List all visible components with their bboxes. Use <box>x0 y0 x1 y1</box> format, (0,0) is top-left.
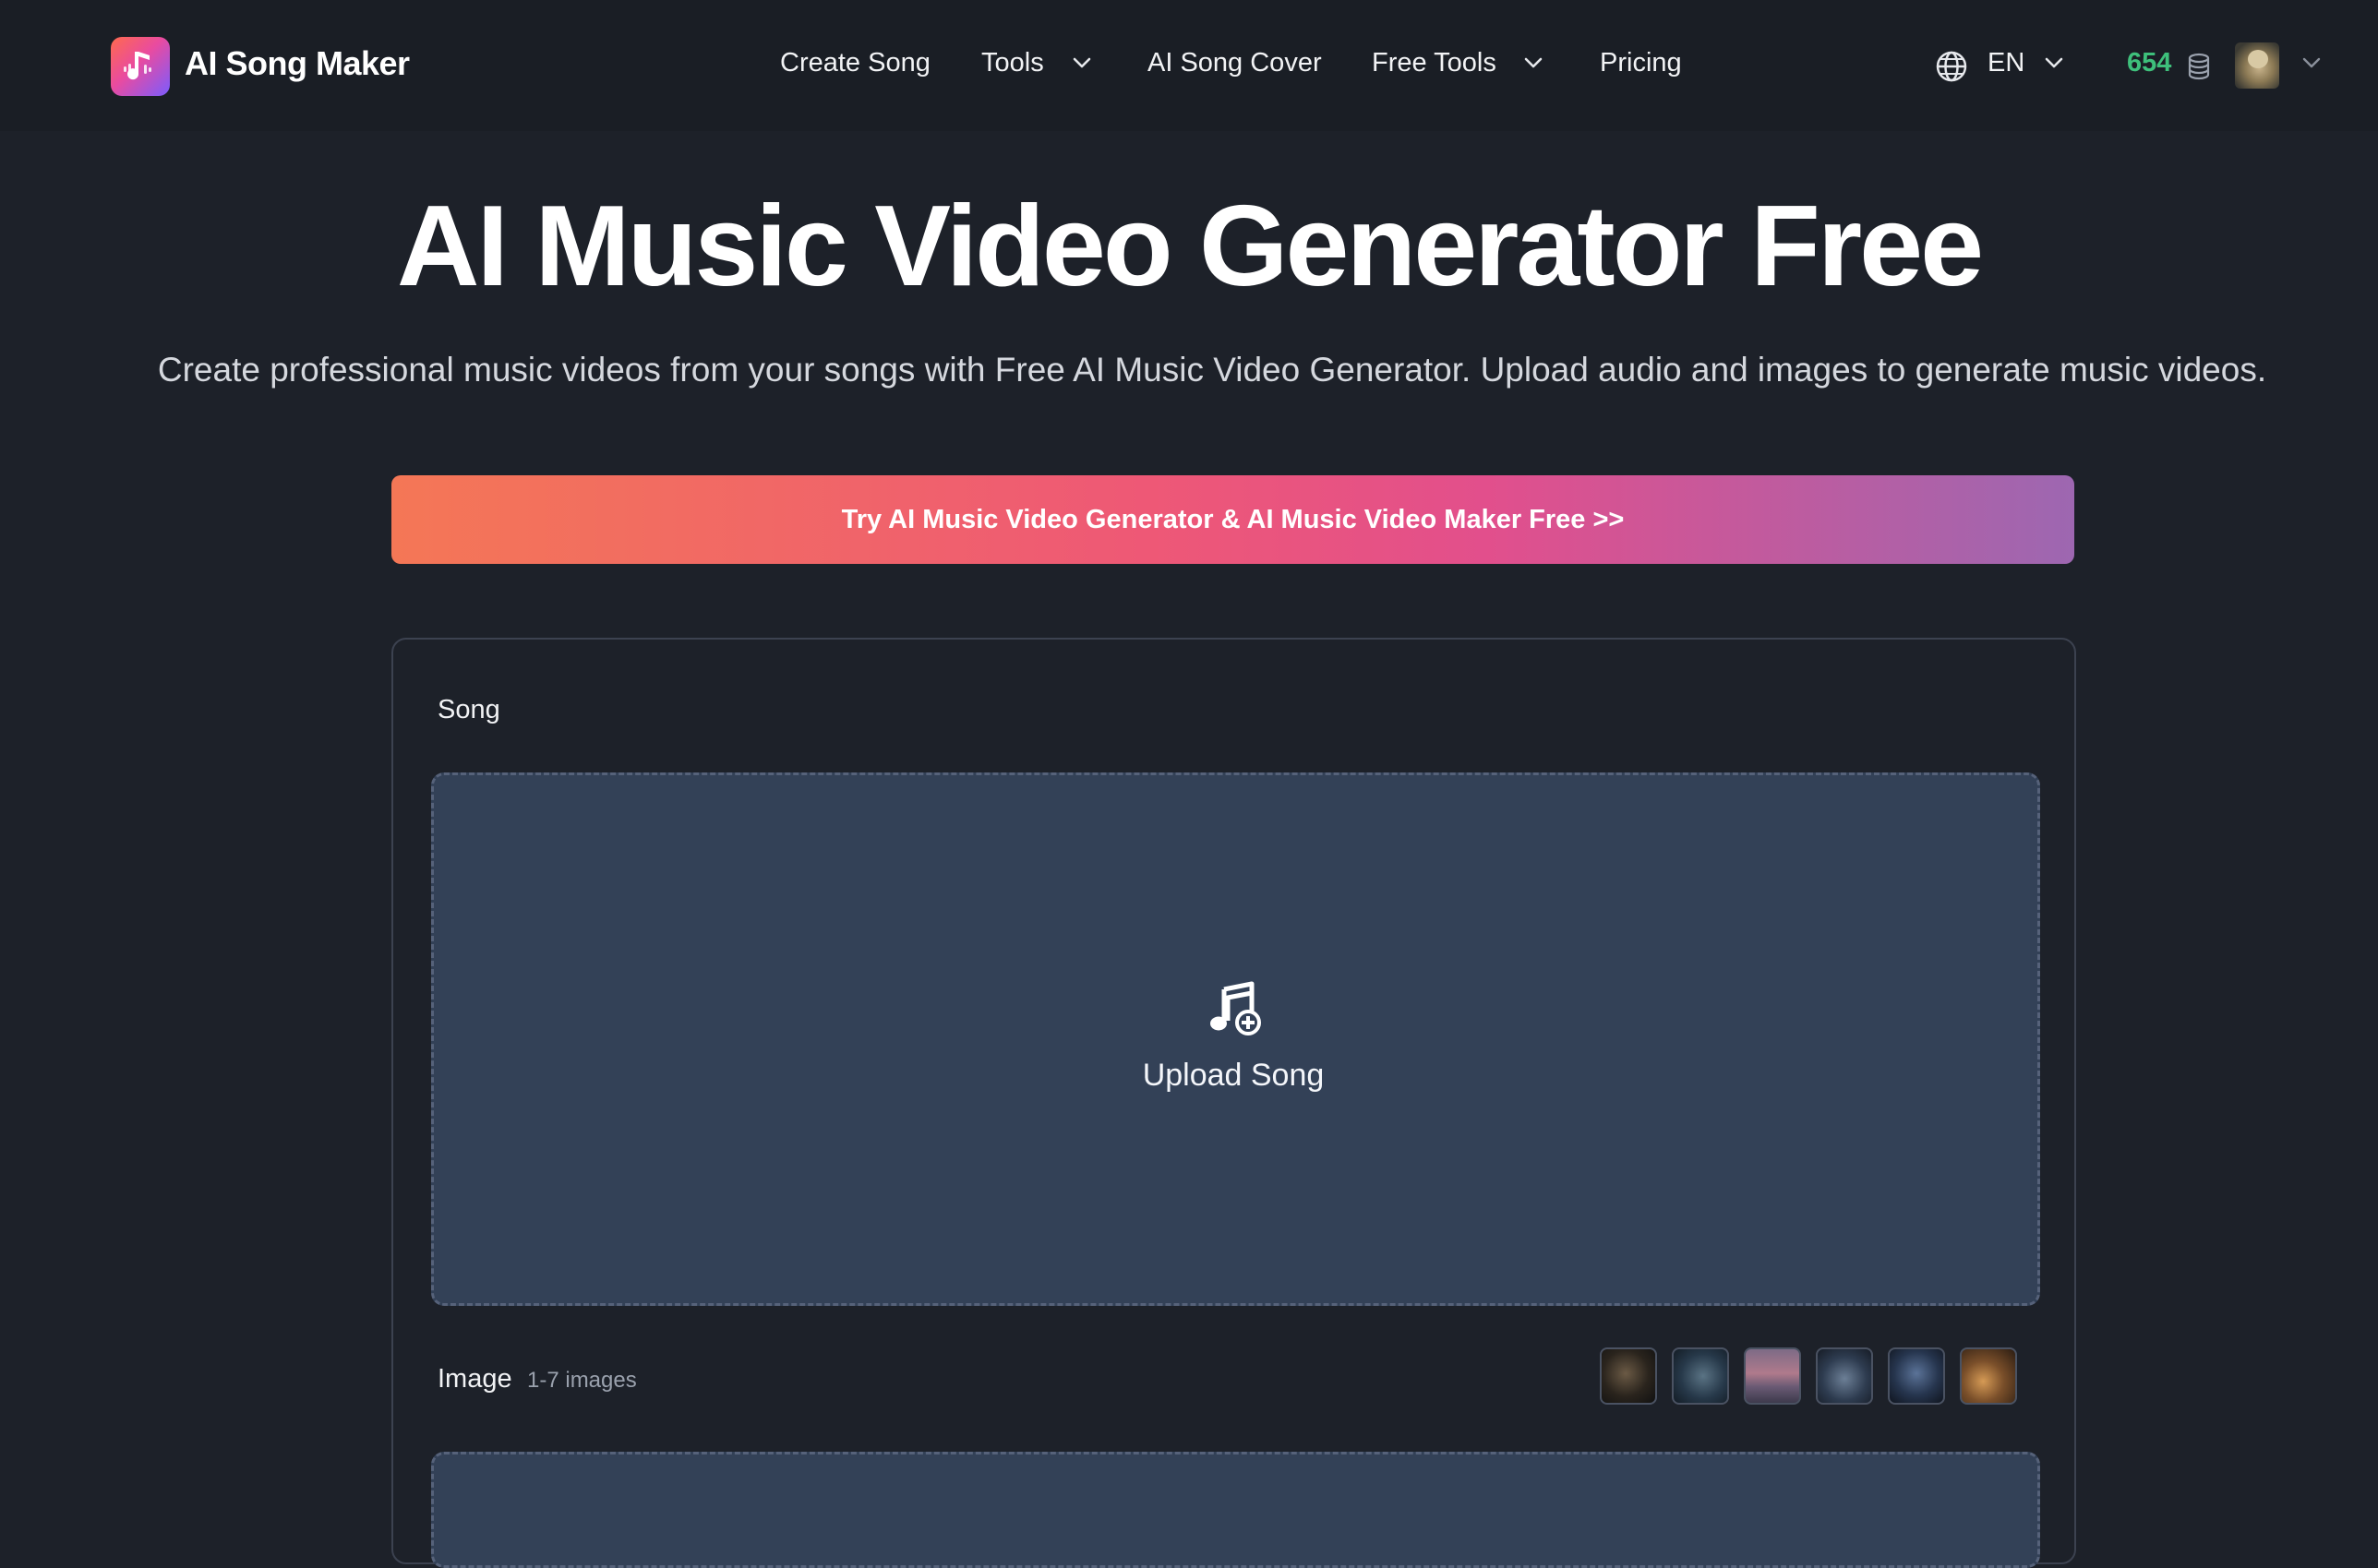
globe-icon[interactable] <box>1935 50 1968 83</box>
nav-tools[interactable]: Tools <box>981 48 1044 78</box>
sample-image-thumbnail[interactable] <box>1888 1347 1945 1405</box>
sample-image-thumbnail[interactable] <box>1960 1347 2017 1405</box>
nav-ai-song-cover[interactable]: AI Song Cover <box>1147 48 1322 78</box>
app-logo-icon[interactable] <box>111 37 170 96</box>
try-generator-button[interactable]: Try AI Music Video Generator & AI Music … <box>391 475 2074 564</box>
image-count-hint: 1-7 images <box>527 1368 637 1393</box>
nav-free-tools[interactable]: Free Tools <box>1372 48 1496 78</box>
sample-image-thumbnail[interactable] <box>1744 1347 1801 1405</box>
sample-image-thumbnail[interactable] <box>1816 1347 1873 1405</box>
language-selector[interactable]: EN <box>1988 48 2024 78</box>
chevron-down-icon[interactable] <box>1522 55 1544 70</box>
upload-image-dropzone[interactable] <box>431 1452 2040 1568</box>
image-label: Image <box>438 1364 512 1394</box>
coins-icon <box>2188 53 2210 80</box>
sample-image-thumbnail[interactable] <box>1600 1347 1657 1405</box>
chevron-down-icon[interactable] <box>2043 55 2065 70</box>
nav-pricing[interactable]: Pricing <box>1600 48 1682 78</box>
top-header: AI Song Maker Create Song Tools AI Song … <box>0 0 2378 131</box>
nav-create-song[interactable]: Create Song <box>780 48 931 78</box>
page-title: AI Music Video Generator Free <box>396 183 1984 310</box>
upload-song-label[interactable]: Upload Song <box>0 1058 2378 1094</box>
upload-song-dropzone[interactable] <box>431 772 2040 1306</box>
chevron-down-icon[interactable] <box>1071 55 1093 70</box>
credits-count: 654 <box>2127 48 2172 78</box>
sample-image-thumbnail[interactable] <box>1672 1347 1729 1405</box>
page-subtitle: Create professional music videos from yo… <box>157 351 2267 389</box>
song-label: Song <box>438 695 500 724</box>
user-avatar[interactable] <box>2235 42 2279 89</box>
chevron-down-icon[interactable] <box>2300 55 2323 70</box>
music-note-plus-icon <box>1210 981 1261 1035</box>
brand-name[interactable]: AI Song Maker <box>185 44 410 83</box>
sample-images <box>1600 1347 2017 1405</box>
